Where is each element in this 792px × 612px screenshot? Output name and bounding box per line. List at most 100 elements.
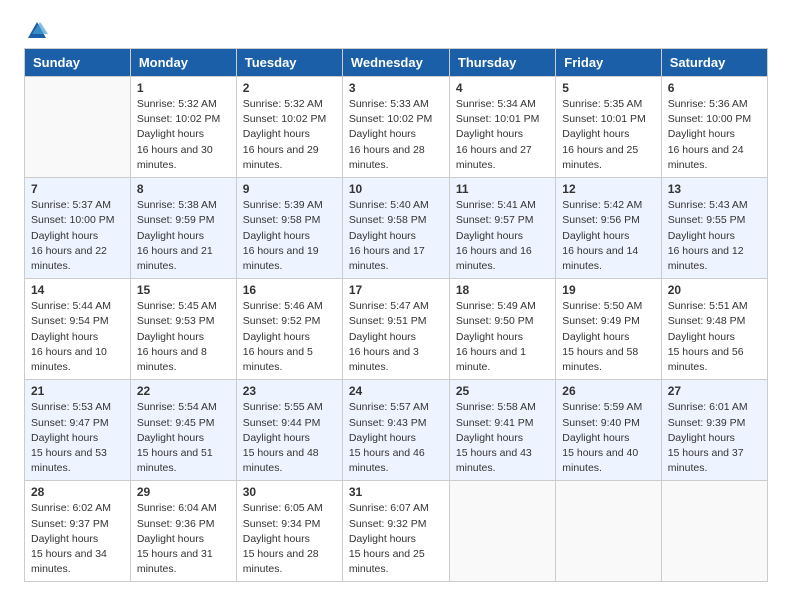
daylight-label: Daylight hours — [31, 432, 98, 444]
sunrise-time: 5:58 AM — [497, 401, 536, 413]
day-info: Sunrise: 5:36 AM Sunset: 10:00 PM Daylig… — [668, 97, 761, 173]
sunrise-time: 5:37 AM — [72, 199, 111, 211]
day-cell — [556, 481, 661, 582]
sunset-label: Sunset: — [137, 315, 176, 327]
sunrise-label: Sunrise: — [137, 502, 178, 514]
daylight-label: Daylight hours — [349, 432, 416, 444]
daylight-label: Daylight hours — [456, 331, 523, 343]
col-header-wednesday: Wednesday — [342, 49, 449, 77]
sunset-label: Sunset: — [243, 518, 282, 530]
daylight-label: Daylight hours — [243, 331, 310, 343]
sunset-label: Sunset: — [668, 417, 707, 429]
daylight-label: Daylight hours — [349, 533, 416, 545]
sunrise-time: 5:55 AM — [284, 401, 323, 413]
sunset-time: 9:50 PM — [494, 315, 533, 327]
sunset-time: 9:49 PM — [601, 315, 640, 327]
day-cell: 25 Sunrise: 5:58 AM Sunset: 9:41 PM Dayl… — [449, 380, 555, 481]
sunrise-time: 5:51 AM — [709, 300, 748, 312]
sunrise-label: Sunrise: — [668, 199, 709, 211]
day-number: 9 — [243, 182, 336, 196]
sunset-time: 9:59 PM — [175, 214, 214, 226]
sunset-label: Sunset: — [456, 315, 495, 327]
day-cell: 21 Sunrise: 5:53 AM Sunset: 9:47 PM Dayl… — [25, 380, 131, 481]
sunrise-label: Sunrise: — [137, 199, 178, 211]
col-header-sunday: Sunday — [25, 49, 131, 77]
sunrise-time: 5:34 AM — [497, 98, 536, 110]
col-header-monday: Monday — [130, 49, 236, 77]
daylight-label: Daylight hours — [137, 533, 204, 545]
day-number: 29 — [137, 485, 230, 499]
week-row-2: 7 Sunrise: 5:37 AM Sunset: 10:00 PM Dayl… — [25, 178, 768, 279]
sunrise-time: 5:42 AM — [604, 199, 643, 211]
daylight-duration: 16 hours and 25 minutes. — [562, 144, 638, 171]
daylight-duration: 16 hours and 29 minutes. — [243, 144, 319, 171]
day-number: 24 — [349, 384, 443, 398]
daylight-label: Daylight hours — [31, 331, 98, 343]
day-info: Sunrise: 5:32 AM Sunset: 10:02 PM Daylig… — [137, 97, 230, 173]
day-number: 19 — [562, 283, 654, 297]
sunrise-label: Sunrise: — [456, 98, 497, 110]
sunset-label: Sunset: — [562, 214, 601, 226]
daylight-duration: 16 hours and 30 minutes. — [137, 144, 213, 171]
day-number: 4 — [456, 81, 549, 95]
daylight-duration: 15 hours and 58 minutes. — [562, 346, 638, 373]
daylight-duration: 16 hours and 5 minutes. — [243, 346, 313, 373]
sunrise-time: 6:02 AM — [72, 502, 111, 514]
day-number: 11 — [456, 182, 549, 196]
sunrise-time: 5:39 AM — [284, 199, 323, 211]
sunset-label: Sunset: — [243, 417, 282, 429]
sunrise-label: Sunrise: — [31, 401, 72, 413]
sunrise-time: 5:38 AM — [178, 199, 217, 211]
day-number: 12 — [562, 182, 654, 196]
sunset-time: 9:51 PM — [387, 315, 426, 327]
sunset-label: Sunset: — [349, 214, 388, 226]
day-cell — [661, 481, 767, 582]
day-info: Sunrise: 5:46 AM Sunset: 9:52 PM Dayligh… — [243, 299, 336, 375]
sunrise-time: 5:50 AM — [604, 300, 643, 312]
daylight-duration: 16 hours and 8 minutes. — [137, 346, 207, 373]
sunset-label: Sunset: — [562, 417, 601, 429]
sunset-time: 9:36 PM — [175, 518, 214, 530]
day-number: 1 — [137, 81, 230, 95]
sunset-label: Sunset: — [668, 113, 707, 125]
sunrise-label: Sunrise: — [562, 300, 603, 312]
day-info: Sunrise: 5:37 AM Sunset: 10:00 PM Daylig… — [31, 198, 124, 274]
day-cell — [449, 481, 555, 582]
sunset-label: Sunset: — [349, 518, 388, 530]
daylight-duration: 15 hours and 28 minutes. — [243, 548, 319, 575]
sunrise-label: Sunrise: — [243, 300, 284, 312]
day-info: Sunrise: 5:47 AM Sunset: 9:51 PM Dayligh… — [349, 299, 443, 375]
day-info: Sunrise: 5:43 AM Sunset: 9:55 PM Dayligh… — [668, 198, 761, 274]
sunset-label: Sunset: — [456, 113, 495, 125]
sunset-label: Sunset: — [562, 315, 601, 327]
sunset-label: Sunset: — [668, 315, 707, 327]
sunrise-time: 5:32 AM — [178, 98, 217, 110]
day-info: Sunrise: 5:39 AM Sunset: 9:58 PM Dayligh… — [243, 198, 336, 274]
day-info: Sunrise: 5:34 AM Sunset: 10:01 PM Daylig… — [456, 97, 549, 173]
daylight-label: Daylight hours — [31, 230, 98, 242]
day-number: 14 — [31, 283, 124, 297]
sunset-label: Sunset: — [243, 113, 282, 125]
day-cell: 12 Sunrise: 5:42 AM Sunset: 9:56 PM Dayl… — [556, 178, 661, 279]
sunset-label: Sunset: — [349, 417, 388, 429]
sunrise-label: Sunrise: — [31, 199, 72, 211]
sunset-time: 9:54 PM — [70, 315, 109, 327]
sunset-label: Sunset: — [31, 518, 70, 530]
daylight-label: Daylight hours — [137, 230, 204, 242]
calendar-table: SundayMondayTuesdayWednesdayThursdayFrid… — [24, 48, 768, 582]
day-number: 8 — [137, 182, 230, 196]
sunrise-label: Sunrise: — [243, 401, 284, 413]
daylight-label: Daylight hours — [668, 230, 735, 242]
daylight-duration: 16 hours and 24 minutes. — [668, 144, 744, 171]
day-info: Sunrise: 5:57 AM Sunset: 9:43 PM Dayligh… — [349, 400, 443, 476]
sunset-label: Sunset: — [31, 417, 70, 429]
sunset-label: Sunset: — [137, 113, 176, 125]
daylight-duration: 15 hours and 25 minutes. — [349, 548, 425, 575]
day-cell: 3 Sunrise: 5:33 AM Sunset: 10:02 PM Dayl… — [342, 77, 449, 178]
daylight-label: Daylight hours — [562, 432, 629, 444]
daylight-duration: 16 hours and 1 minute. — [456, 346, 526, 373]
sunrise-label: Sunrise: — [562, 199, 603, 211]
day-cell: 23 Sunrise: 5:55 AM Sunset: 9:44 PM Dayl… — [236, 380, 342, 481]
sunset-label: Sunset: — [349, 315, 388, 327]
day-info: Sunrise: 5:58 AM Sunset: 9:41 PM Dayligh… — [456, 400, 549, 476]
